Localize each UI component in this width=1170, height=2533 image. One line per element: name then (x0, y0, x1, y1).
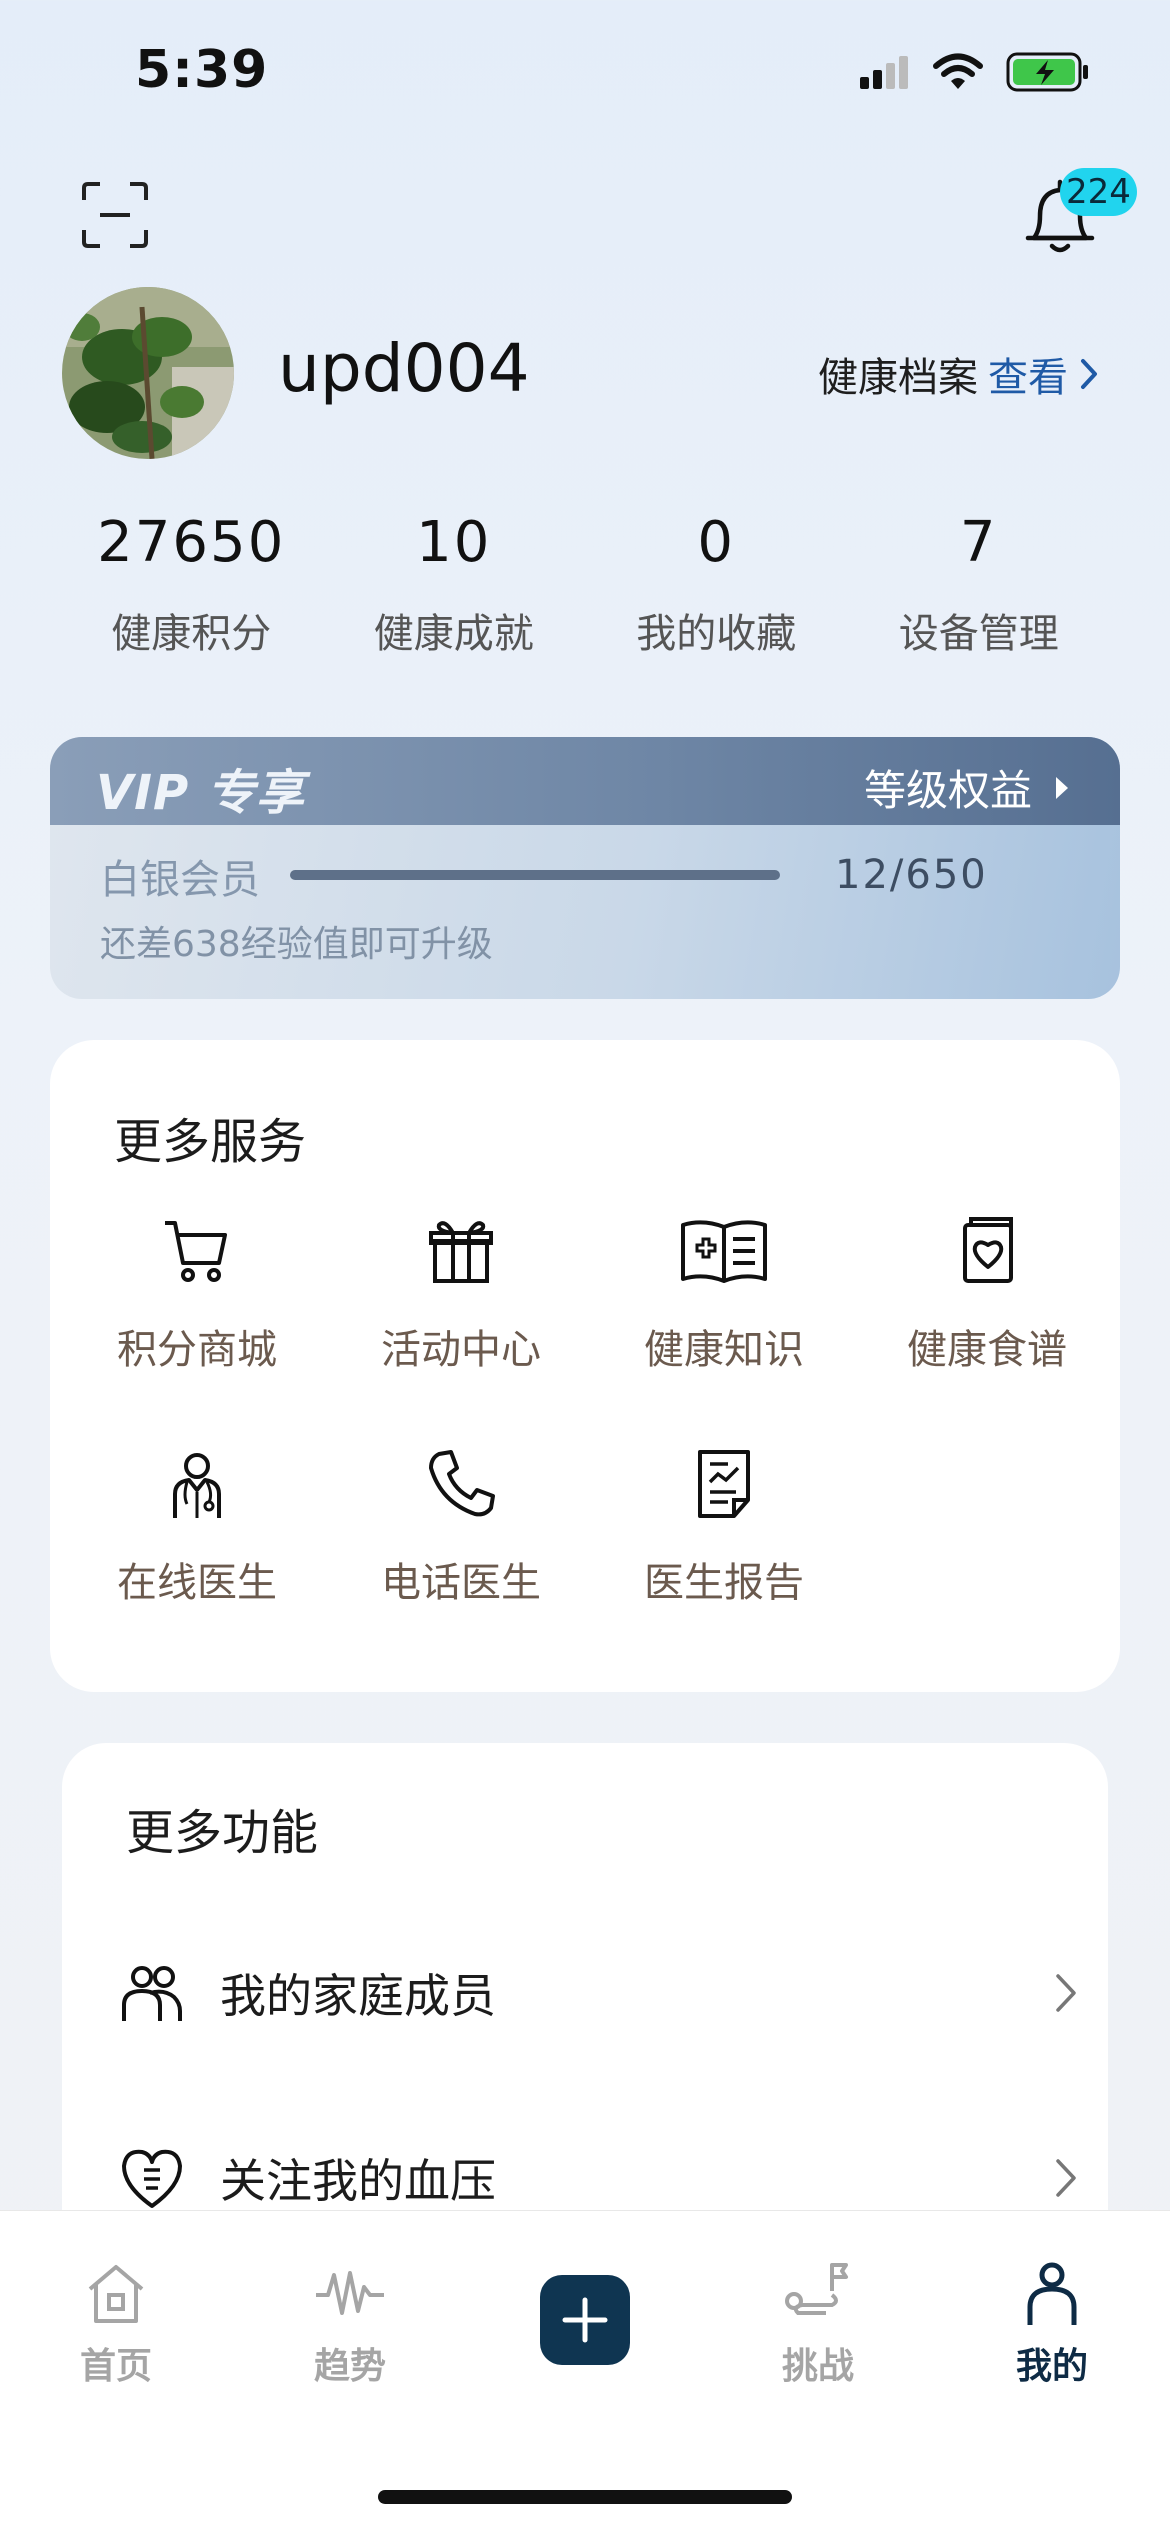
home-indicator (378, 2490, 792, 2504)
vip-hint: 还差638经验值即可升级 (100, 924, 493, 965)
gift-icon (429, 1221, 493, 1283)
chevron-right-icon (1056, 1974, 1076, 2012)
tab-bar: 首页 趋势 挑战 我的 (0, 2210, 1170, 2533)
status-icons (858, 52, 1090, 92)
tab-label: 趋势 (313, 2346, 386, 2387)
caret-right-icon (1056, 776, 1068, 799)
tab-label: 首页 (79, 2346, 152, 2387)
stat-label: 健康积分 (111, 611, 272, 657)
medical-book-icon (681, 1220, 767, 1283)
phone-icon (429, 1450, 495, 1517)
family-icon (122, 1966, 182, 2021)
stat-value: 27650 (97, 510, 286, 575)
vip-card[interactable]: VIP 专享 等级权益 白银会员 12/650 还差638经验值即可升级 (50, 737, 1120, 999)
service-label: 积分商城 (117, 1327, 277, 1373)
service-phone-doctor[interactable]: 电话医生 (330, 1448, 592, 1608)
stat-achievements[interactable]: 10 健康成就 (323, 510, 586, 659)
report-icon (698, 1450, 750, 1518)
service-online-doctor[interactable]: 在线医生 (66, 1448, 328, 1608)
vip-progress-bar (290, 870, 780, 880)
functions-card: 更多功能 我的家庭成员 关注我的血压 (62, 1743, 1108, 2263)
flag-route-icon (785, 2263, 848, 2315)
signal-icon (860, 56, 908, 89)
tab-trends[interactable]: 趋势 (250, 2261, 450, 2389)
add-button[interactable] (540, 2275, 630, 2365)
health-record-view[interactable]: 查看 (988, 345, 1068, 403)
stat-label: 我的收藏 (636, 611, 797, 657)
chevron-right-icon (1056, 2159, 1076, 2197)
service-label: 活动中心 (381, 1327, 541, 1373)
service-label: 在线医生 (117, 1560, 277, 1606)
services-title: 更多服务 (114, 1114, 307, 1170)
service-activity-center[interactable]: 活动中心 (330, 1215, 592, 1375)
plant-photo (62, 287, 234, 459)
vip-progress-text: 12/650 (835, 852, 988, 898)
tab-label: 我的 (1015, 2346, 1088, 2387)
function-label: 关注我的血压 (220, 2154, 496, 2208)
services-card: 更多服务 积分商城 活动中心 健康知识 健康食谱 在线医生 电话医生 医生报告 (50, 1040, 1120, 1692)
notification-badge: 224 (1060, 168, 1137, 216)
vip-rights-label: 等级权益 (863, 766, 1032, 815)
stat-label: 设备管理 (898, 611, 1059, 657)
service-label: 健康食谱 (907, 1327, 1067, 1373)
plus-icon (562, 2297, 608, 2343)
service-label: 健康知识 (644, 1327, 804, 1373)
scan-icon[interactable] (80, 180, 150, 250)
tab-mine[interactable]: 我的 (952, 2261, 1152, 2389)
function-family-members[interactable]: 我的家庭成员 (62, 1943, 1108, 2043)
stat-value: 10 (416, 510, 492, 575)
wifi-icon (933, 53, 983, 89)
person-icon (1027, 2262, 1077, 2325)
avatar[interactable] (62, 287, 234, 459)
status-time: 5:39 (135, 40, 269, 100)
function-label: 我的家庭成员 (220, 1969, 496, 2023)
tab-home[interactable]: 首页 (16, 2261, 216, 2389)
cart-icon (165, 1221, 227, 1282)
stat-value: 7 (959, 510, 998, 575)
service-points-mall[interactable]: 积分商城 (66, 1215, 328, 1375)
service-health-knowledge[interactable]: 健康知识 (593, 1215, 855, 1375)
stat-label: 健康成就 (373, 611, 534, 657)
service-health-recipes[interactable]: 健康食谱 (856, 1215, 1118, 1375)
stats-row: 27650 健康积分 10 健康成就 0 我的收藏 7 设备管理 (60, 510, 1110, 659)
stat-favorites[interactable]: 0 我的收藏 (585, 510, 848, 659)
stat-value: 0 (697, 510, 736, 575)
service-label: 医生报告 (644, 1560, 804, 1606)
stat-health-points[interactable]: 27650 健康积分 (60, 510, 323, 659)
vip-rights-link[interactable]: 等级权益 (864, 757, 1070, 818)
stat-devices[interactable]: 7 设备管理 (848, 510, 1111, 659)
pulse-icon (316, 2271, 384, 2315)
vip-logo: VIP 专享 (96, 765, 305, 821)
battery-icon (1006, 52, 1088, 92)
service-label: 电话医生 (381, 1560, 541, 1606)
functions-title: 更多功能 (126, 1805, 319, 1861)
heart-pressure-icon (122, 2149, 182, 2208)
service-doctor-report[interactable]: 医生报告 (593, 1448, 855, 1608)
heart-recipe-icon (963, 1217, 1013, 1283)
health-record-link[interactable]: 健康档案 查看 (818, 345, 1100, 403)
home-icon (88, 2265, 144, 2323)
doctor-icon (173, 1453, 221, 1518)
vip-level: 白银会员 (100, 857, 260, 903)
username: upd004 (278, 330, 530, 407)
tab-challenge[interactable]: 挑战 (718, 2261, 918, 2389)
tab-label: 挑战 (781, 2346, 854, 2387)
health-record-label: 健康档案 (818, 355, 978, 401)
chevron-right-icon (1081, 359, 1097, 389)
